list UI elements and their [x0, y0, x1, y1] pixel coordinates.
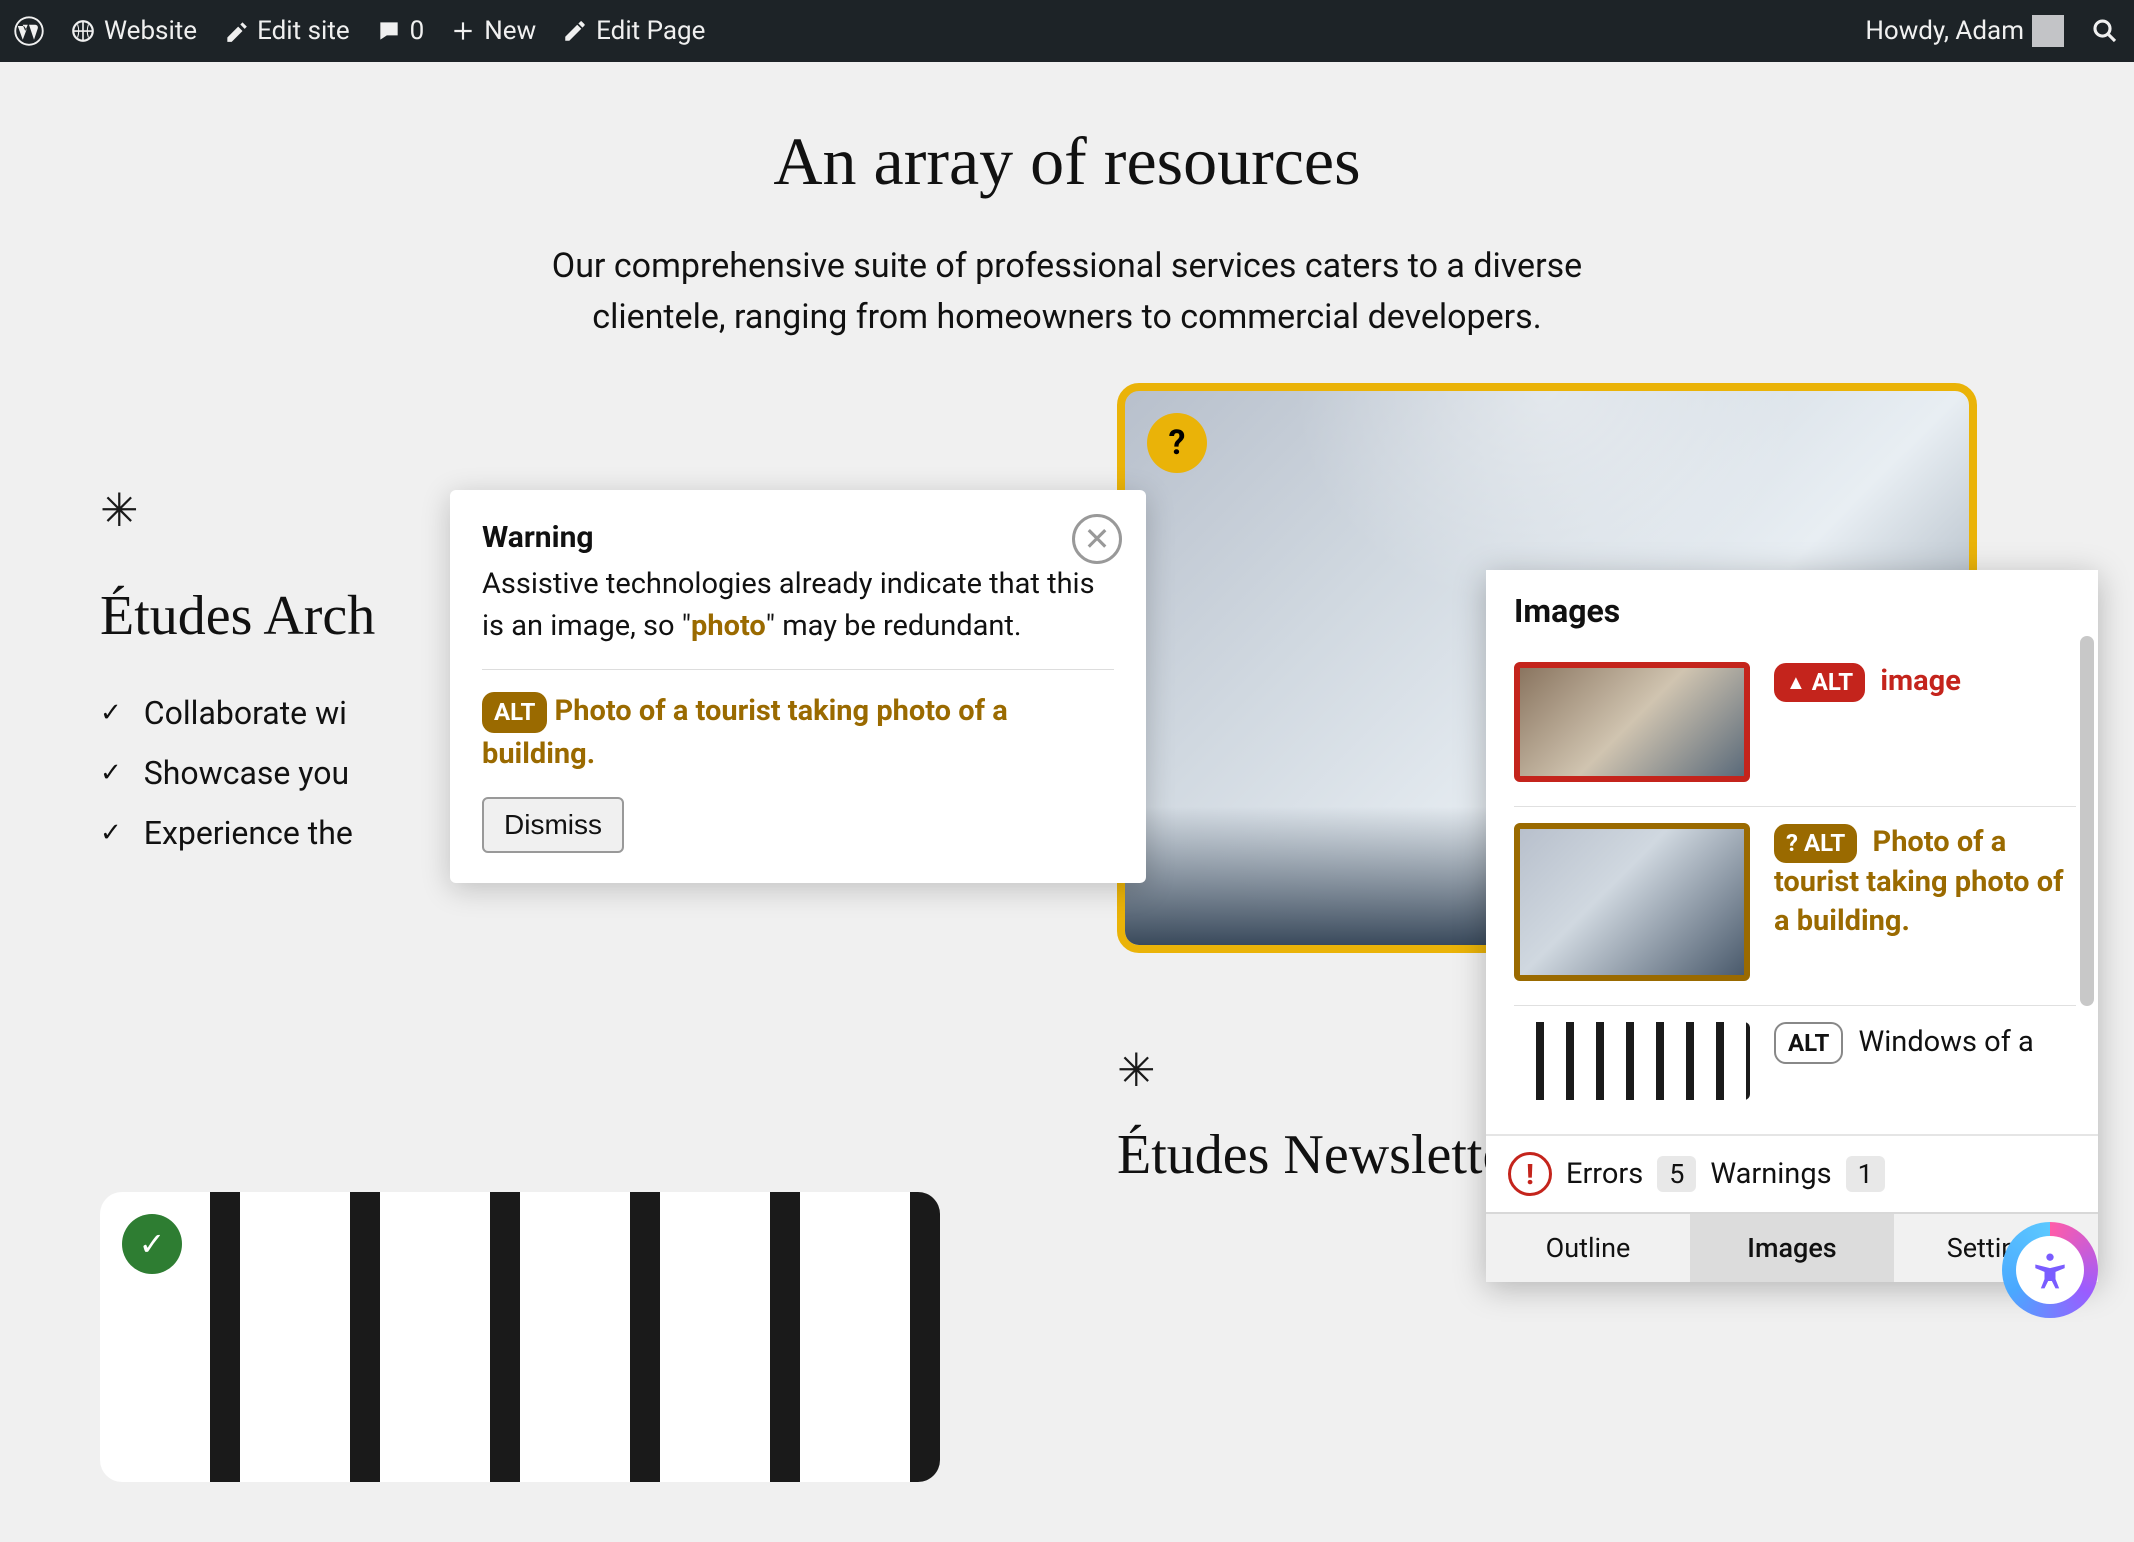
accessibility-icon	[2028, 1248, 2072, 1292]
howdy-user[interactable]: Howdy, Adam	[1865, 15, 2064, 47]
accessibility-fab-button[interactable]	[2002, 1222, 2098, 1318]
close-button[interactable]: ✕	[1072, 514, 1122, 564]
warning-triangle-icon: ▲	[1786, 669, 1806, 696]
check-icon: ✓	[100, 758, 122, 788]
popover-body: Assistive technologies already indicate …	[482, 563, 1114, 647]
page-title: An array of resources	[487, 122, 1647, 201]
alt-warning-badge: ? ALT	[1774, 824, 1857, 862]
alt-badge: ALT	[482, 692, 547, 733]
edit-page-link[interactable]: Edit Page	[562, 16, 705, 46]
question-badge-icon[interactable]: ?	[1147, 413, 1207, 473]
search-icon[interactable]	[2090, 16, 2120, 46]
panel-summary: ! Errors 5 Warnings 1	[1486, 1134, 2098, 1212]
a11y-panel: Images ▲ ALT image ? ALT Photo of a tour…	[1486, 570, 2098, 1282]
image-row-warning[interactable]: ? ALT Photo of a tourist taking photo of…	[1514, 807, 2076, 1006]
warnings-count: 1	[1846, 1156, 1885, 1192]
new-link[interactable]: New	[450, 16, 536, 46]
panel-header: Images	[1514, 592, 2070, 630]
wp-admin-bar: Website Edit site 0 New Edit Page Howdy,…	[0, 0, 2134, 62]
scrollbar[interactable]	[2080, 636, 2094, 1006]
avatar-icon	[2032, 15, 2064, 47]
hero-section: An array of resources Our comprehensive …	[487, 122, 1647, 343]
thumb-image	[1514, 662, 1750, 782]
check-icon: ✓	[100, 818, 122, 848]
error-icon: !	[1508, 1152, 1552, 1196]
errors-label: Errors	[1566, 1157, 1643, 1191]
site-label: Website	[104, 16, 197, 46]
question-icon: ?	[1786, 827, 1798, 859]
edit-site-link[interactable]: Edit site	[223, 16, 350, 46]
ok-badge-icon: ✓	[122, 1214, 182, 1274]
errors-count: 5	[1657, 1156, 1696, 1192]
image-row-error[interactable]: ▲ ALT image	[1514, 646, 2076, 807]
asterisk-icon: ✳	[1117, 1043, 1156, 1098]
alt-error-badge: ▲ ALT	[1774, 663, 1865, 701]
site-link[interactable]: Website	[70, 16, 197, 46]
edit-site-label: Edit site	[257, 16, 350, 46]
new-label: New	[484, 16, 536, 46]
dismiss-button[interactable]: Dismiss	[482, 797, 624, 853]
popover-alt-line: ALT Photo of a tourist taking photo of a…	[482, 690, 1114, 775]
wordpress-logo-icon[interactable]	[14, 16, 44, 46]
check-icon: ✓	[100, 698, 122, 728]
newsletter-heading: Études Newsletter	[1117, 1123, 1526, 1187]
popover-title: Warning	[482, 520, 1114, 555]
edit-page-label: Edit Page	[596, 16, 705, 46]
page-subtitle: Our comprehensive suite of professional …	[487, 241, 1647, 343]
tab-images[interactable]: Images	[1690, 1214, 1894, 1282]
warnings-label: Warnings	[1710, 1157, 1831, 1191]
alt-ok-badge: ALT	[1774, 1022, 1843, 1064]
thumb-image	[1514, 823, 1750, 981]
thumb-image	[1514, 1022, 1750, 1100]
image-row-ok[interactable]: ALT Windows of a	[1514, 1006, 2076, 1124]
warning-popover: ✕ Warning Assistive technologies already…	[450, 490, 1146, 883]
building-windows-image: ✓	[100, 1192, 940, 1482]
comments-count: 0	[410, 16, 425, 46]
tab-outline[interactable]: Outline	[1486, 1214, 1690, 1282]
comments-link[interactable]: 0	[376, 16, 425, 46]
